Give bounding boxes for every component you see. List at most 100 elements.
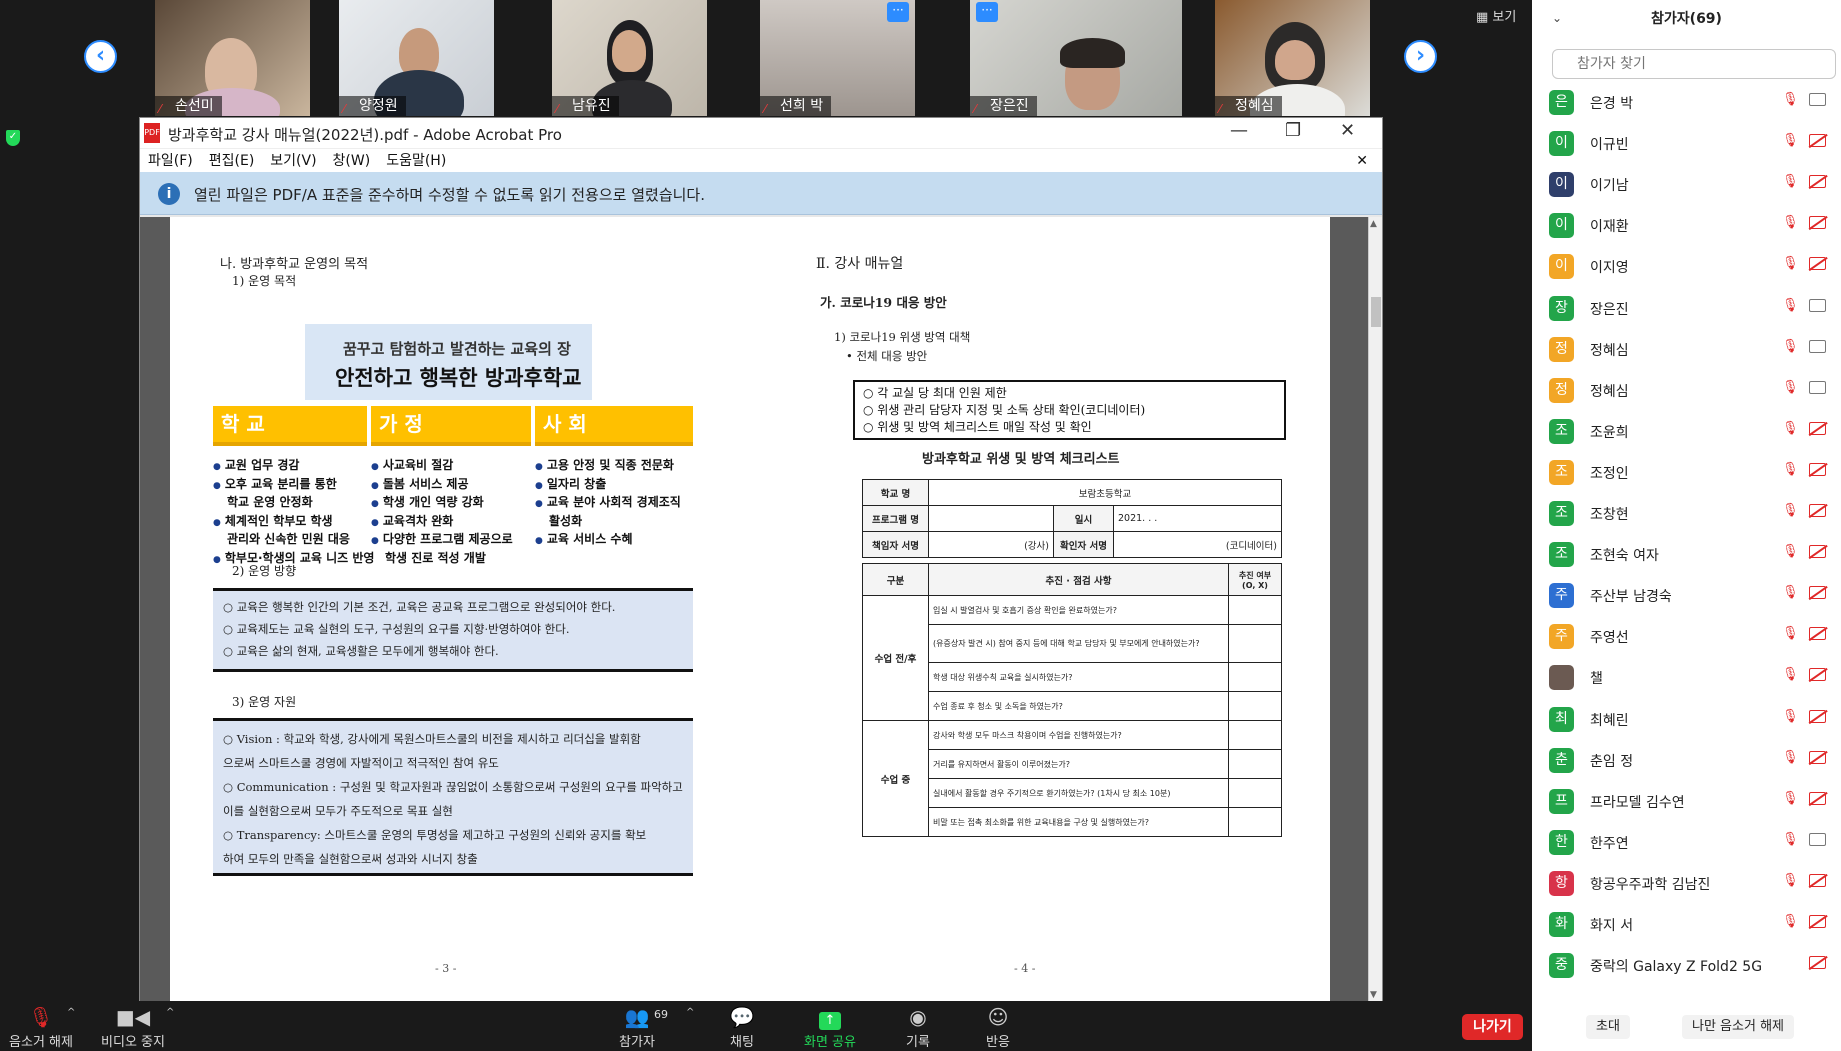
scroll-down-icon[interactable]: ▼: [1370, 990, 1377, 1000]
mic-muted-icon[interactable]: 🎙: [1782, 298, 1799, 313]
mic-muted-icon[interactable]: 🎙: [1782, 215, 1799, 230]
participants-options-caret[interactable]: ^: [686, 1007, 694, 1018]
participant-row[interactable]: 정 정혜심 🎙: [1532, 329, 1841, 370]
next-page-button[interactable]: ›: [1404, 40, 1437, 73]
mic-muted-icon[interactable]: 🎙: [1782, 626, 1799, 641]
participant-row[interactable]: 은 은경 박 🎙: [1532, 82, 1841, 123]
unmute-me-button[interactable]: 나만 음소거 해제: [1682, 1015, 1794, 1039]
video-off-icon[interactable]: [1809, 586, 1826, 600]
document-area[interactable]: 나. 방과후학교 운영의 목적 1) 운영 목적 꿈꾸고 탐험하고 발견하는 교…: [140, 217, 1370, 1002]
video-tile[interactable]: ··· ⁄ 선희 박: [760, 0, 915, 116]
mic-muted-icon[interactable]: 🎙: [1782, 750, 1799, 765]
video-tile[interactable]: ⁄ 양정원: [339, 0, 494, 116]
video-off-icon[interactable]: [1809, 462, 1826, 476]
video-off-icon[interactable]: [1809, 134, 1826, 148]
video-off-icon[interactable]: [1809, 175, 1826, 189]
mic-muted-icon[interactable]: 🎙: [1782, 256, 1799, 271]
stop-video-button[interactable]: ■◀ 비디오 중지: [98, 1001, 168, 1051]
video-tile[interactable]: ⁄ 손선미: [155, 0, 310, 116]
mic-muted-icon[interactable]: 🎙: [1782, 709, 1799, 724]
audio-options-caret[interactable]: ^: [67, 1007, 75, 1018]
video-off-icon[interactable]: [1809, 750, 1826, 764]
mic-muted-icon[interactable]: 🎙: [1782, 667, 1799, 682]
scroll-up-icon[interactable]: ▲: [1370, 219, 1377, 229]
video-off-icon[interactable]: [1809, 956, 1826, 970]
mic-muted-icon[interactable]: 🎙: [1782, 585, 1799, 600]
more-options-button[interactable]: ···: [976, 2, 998, 22]
menu-edit[interactable]: 편집(E): [209, 149, 255, 173]
participants-button[interactable]: 👥 참가자 69: [612, 1001, 668, 1051]
participant-row[interactable]: 이 이재환 🎙: [1532, 205, 1841, 246]
video-off-icon[interactable]: [1809, 791, 1826, 805]
participant-row[interactable]: 주 주영선 🎙: [1532, 616, 1841, 657]
close-document-icon[interactable]: ✕: [1356, 149, 1368, 173]
menu-help[interactable]: 도움말(H): [386, 149, 446, 173]
security-shield-icon[interactable]: ✓: [6, 130, 20, 146]
video-tile[interactable]: ⁄ 정혜심: [1215, 0, 1370, 116]
video-off-icon[interactable]: [1809, 504, 1826, 517]
mic-muted-icon[interactable]: 🎙: [1782, 832, 1799, 847]
mic-muted-icon[interactable]: 🎙: [1782, 462, 1799, 477]
participant-row[interactable]: 최 최혜린 🎙: [1532, 699, 1841, 740]
mic-muted-icon[interactable]: 🎙: [1782, 380, 1799, 395]
video-off-icon[interactable]: [1809, 668, 1826, 682]
leave-button[interactable]: 나가기: [1462, 1014, 1523, 1040]
record-button[interactable]: ◉ 기록: [898, 1001, 938, 1051]
participant-row[interactable]: 한 한주연 🎙: [1532, 822, 1841, 863]
participant-row[interactable]: 조 조윤희 🎙: [1532, 411, 1841, 452]
minimize-icon[interactable]: —: [1230, 120, 1248, 141]
chat-button[interactable]: 💬 채팅: [722, 1001, 762, 1051]
vertical-scrollbar[interactable]: ▲ ▼: [1368, 217, 1382, 1002]
prev-page-button[interactable]: ‹: [84, 40, 117, 73]
mic-muted-icon[interactable]: 🎙: [1782, 92, 1799, 107]
participant-row[interactable]: 조 조현숙 여자 🎙: [1532, 534, 1841, 575]
view-button[interactable]: ▦ 보기: [1476, 6, 1516, 25]
mic-muted-icon[interactable]: 🎙: [1782, 133, 1799, 148]
video-tile[interactable]: ⁄ 남유진: [552, 0, 707, 116]
video-off-icon[interactable]: [1809, 421, 1826, 435]
participant-row[interactable]: 주 주산부 남경숙 🎙: [1532, 575, 1841, 616]
participant-row[interactable]: 프 프라모델 김수연 🎙: [1532, 781, 1841, 822]
participant-row[interactable]: 항 항공우주과학 김남진 🎙: [1532, 863, 1841, 904]
mic-muted-icon[interactable]: 🎙: [1782, 873, 1799, 888]
video-off-icon[interactable]: [1809, 709, 1826, 723]
video-off-icon[interactable]: [1809, 545, 1826, 559]
video-tile[interactable]: ··· ⁄ 장은진: [970, 0, 1182, 116]
video-off-icon[interactable]: [1809, 257, 1826, 271]
share-screen-button[interactable]: ↑ 화면 공유: [800, 1001, 860, 1051]
close-icon[interactable]: ✕: [1340, 120, 1355, 141]
video-on-icon[interactable]: [1809, 298, 1826, 312]
participant-row[interactable]: 이 이규빈 🎙: [1532, 123, 1841, 164]
more-options-button[interactable]: ···: [887, 2, 909, 22]
unmute-button[interactable]: 🎙 음소거 해제: [6, 1001, 76, 1051]
video-off-icon[interactable]: [1809, 915, 1826, 928]
video-off-icon[interactable]: [1809, 873, 1826, 887]
video-on-icon[interactable]: [1809, 339, 1826, 353]
mic-muted-icon[interactable]: 🎙: [1782, 174, 1799, 189]
participant-row[interactable]: 챌 🎙: [1532, 657, 1841, 698]
mic-muted-icon[interactable]: 🎙: [1782, 544, 1799, 559]
mic-muted-icon[interactable]: 🎙: [1782, 421, 1799, 436]
mic-muted-icon[interactable]: 🎙: [1782, 503, 1799, 518]
video-off-icon[interactable]: [1809, 627, 1826, 641]
video-on-icon[interactable]: [1809, 832, 1826, 846]
video-on-icon[interactable]: [1809, 93, 1826, 106]
reactions-button[interactable]: ☺ 반응: [978, 1001, 1018, 1051]
participant-row[interactable]: 춘 춘임 정 🎙: [1532, 740, 1841, 781]
menu-window[interactable]: 창(W): [333, 149, 371, 173]
participant-row[interactable]: 장 장은진 🎙: [1532, 288, 1841, 329]
mic-muted-icon[interactable]: 🎙: [1782, 791, 1799, 806]
restore-icon[interactable]: ❐: [1285, 120, 1301, 141]
menu-view[interactable]: 보기(V): [270, 149, 316, 173]
mic-muted-icon[interactable]: 🎙: [1782, 914, 1799, 929]
participant-row[interactable]: 정 정혜심 🎙: [1532, 370, 1841, 411]
participant-row[interactable]: 이 이지영 🎙: [1532, 246, 1841, 287]
video-off-icon[interactable]: [1809, 216, 1826, 230]
video-on-icon[interactable]: [1809, 380, 1826, 394]
participant-search-input[interactable]: [1552, 49, 1836, 79]
participant-row[interactable]: 중 중락의 Galaxy Z Fold2 5G: [1532, 945, 1841, 986]
invite-button[interactable]: 초대: [1586, 1015, 1630, 1039]
participant-row[interactable]: 조 조정인 🎙: [1532, 452, 1841, 493]
video-options-caret[interactable]: ^: [166, 1007, 174, 1018]
participant-row[interactable]: 이 이기남 🎙: [1532, 164, 1841, 205]
